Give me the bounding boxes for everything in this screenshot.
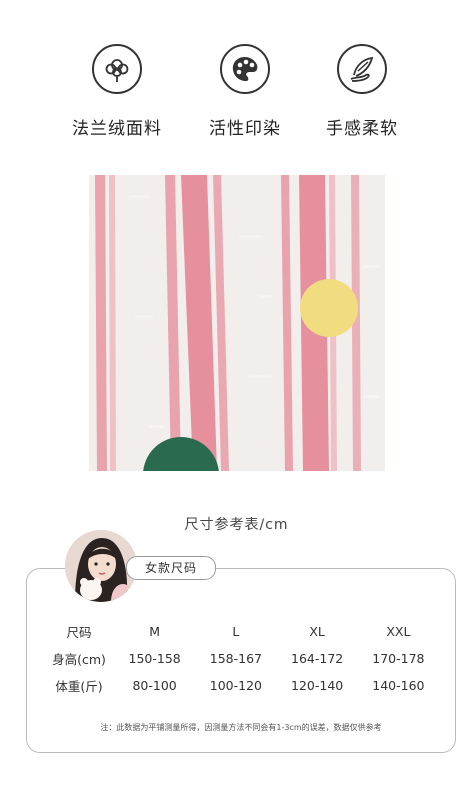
feature-label-fabric: 法兰绒面料 (72, 119, 162, 139)
womens-size-tag: 女款尺码 (126, 556, 216, 580)
table-header-cell: L (232, 624, 240, 639)
table-header-cell: 尺码 (66, 625, 92, 640)
table-cell: 80-100 (132, 678, 177, 693)
table-cell: 100-120 (209, 678, 262, 693)
feature-fabric: 法兰绒面料 (47, 44, 187, 139)
palette-icon (220, 44, 270, 94)
feather-hand-icon (337, 44, 387, 94)
size-table: 尺码 M L XL XXL 身高(cm) 150-158 158-167 164… (44, 618, 439, 699)
table-cell: 150-158 (128, 651, 181, 666)
size-chart-title: 尺寸参考表/cm (184, 517, 289, 533)
feature-label-soft: 手感柔软 (326, 119, 398, 139)
table-row: 身高(cm) 150-158 158-167 164-172 170-178 (44, 645, 439, 672)
table-cell: 140-160 (372, 678, 425, 693)
table-cell: 158-167 (209, 651, 262, 666)
feature-row: 法兰绒面料 活性印染 手感柔软 (0, 0, 473, 150)
table-cell: 身高(cm) (52, 652, 106, 667)
table-header-row: 尺码 M L XL XXL (44, 618, 439, 645)
cotton-icon (92, 44, 142, 94)
table-cell: 120-140 (291, 678, 344, 693)
measurement-note: 注：此数据为平铺测量所得，因测量方法不同会有1-3cm的误差，数据仅供参考 (100, 723, 382, 732)
table-cell: 164-172 (291, 651, 344, 666)
table-header-cell: XL (309, 624, 325, 639)
fabric-detail-image (89, 175, 385, 471)
table-header-cell: M (149, 624, 161, 639)
table-cell: 170-178 (372, 651, 425, 666)
table-header-cell: XXL (386, 624, 411, 639)
table-row: 体重(斤) 80-100 100-120 120-140 140-160 (44, 672, 439, 699)
feature-soft: 手感柔软 (292, 44, 432, 139)
table-cell: 体重(斤) (55, 679, 103, 694)
